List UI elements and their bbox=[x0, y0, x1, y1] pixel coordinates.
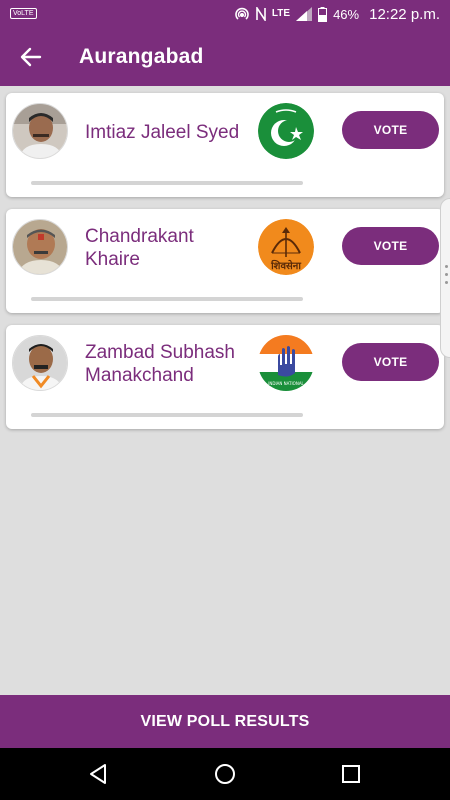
app-bar: Aurangabad bbox=[0, 28, 450, 86]
candidate-avatar bbox=[12, 335, 68, 391]
back-triangle-icon[interactable] bbox=[86, 762, 110, 786]
network-type: LTE bbox=[271, 8, 291, 19]
congress-logo-text: INDIAN NATIONAL bbox=[268, 381, 304, 386]
candidate-card: Imtiaz Jaleel Syed VOTE bbox=[6, 93, 444, 197]
nfc-icon bbox=[256, 7, 266, 21]
shivsena-bow-arrow-icon: शिवसेना bbox=[258, 219, 314, 275]
candidate-name: Zambad Subhash Manakchand bbox=[85, 342, 235, 386]
dots-icon bbox=[445, 265, 448, 289]
clock: 12:22 p.m. bbox=[369, 5, 440, 23]
status-bar: VoLTE LTE 46% 12:22 p.m. bbox=[0, 0, 450, 28]
candidate-avatar bbox=[12, 219, 68, 275]
congress-hand-icon: INDIAN NATIONAL bbox=[258, 335, 314, 391]
candidate-card: Chandrakant Khaire शिवसेना VOTE bbox=[6, 209, 444, 313]
battery-percent: 46% bbox=[333, 6, 360, 22]
battery-icon bbox=[318, 6, 328, 22]
signal-icon bbox=[296, 7, 313, 21]
vote-progress-bar bbox=[31, 181, 303, 185]
vote-progress-bar bbox=[31, 413, 303, 417]
page-title: Aurangabad bbox=[79, 45, 204, 68]
candidate-card: Zambad Subhash Manakchand INDIAN NATIONA… bbox=[6, 325, 444, 429]
vote-button[interactable]: VOTE bbox=[342, 227, 439, 265]
view-poll-results-button[interactable]: VIEW POLL RESULTS bbox=[0, 695, 450, 748]
vote-progress-bar bbox=[31, 297, 303, 301]
candidate-name: Chandrakant Khaire bbox=[85, 226, 194, 270]
candidate-avatar bbox=[12, 103, 68, 159]
aimim-crescent-icon bbox=[258, 103, 314, 159]
shivsena-logo-text: शिवसेना bbox=[270, 259, 301, 272]
volte-badge: VoLTE bbox=[10, 8, 37, 19]
edge-panel-handle[interactable] bbox=[440, 198, 450, 358]
candidate-name: Imtiaz Jaleel Syed bbox=[85, 122, 240, 143]
vote-button[interactable]: VOTE bbox=[342, 111, 439, 149]
vote-button[interactable]: VOTE bbox=[342, 343, 439, 381]
home-circle-icon[interactable] bbox=[213, 762, 237, 786]
system-nav-bar bbox=[0, 748, 450, 800]
hotspot-icon bbox=[235, 7, 249, 20]
status-icons: LTE 46% 12:22 p.m. bbox=[234, 4, 440, 24]
arrow-left-icon[interactable] bbox=[18, 44, 44, 70]
recents-square-icon[interactable] bbox=[339, 762, 363, 786]
